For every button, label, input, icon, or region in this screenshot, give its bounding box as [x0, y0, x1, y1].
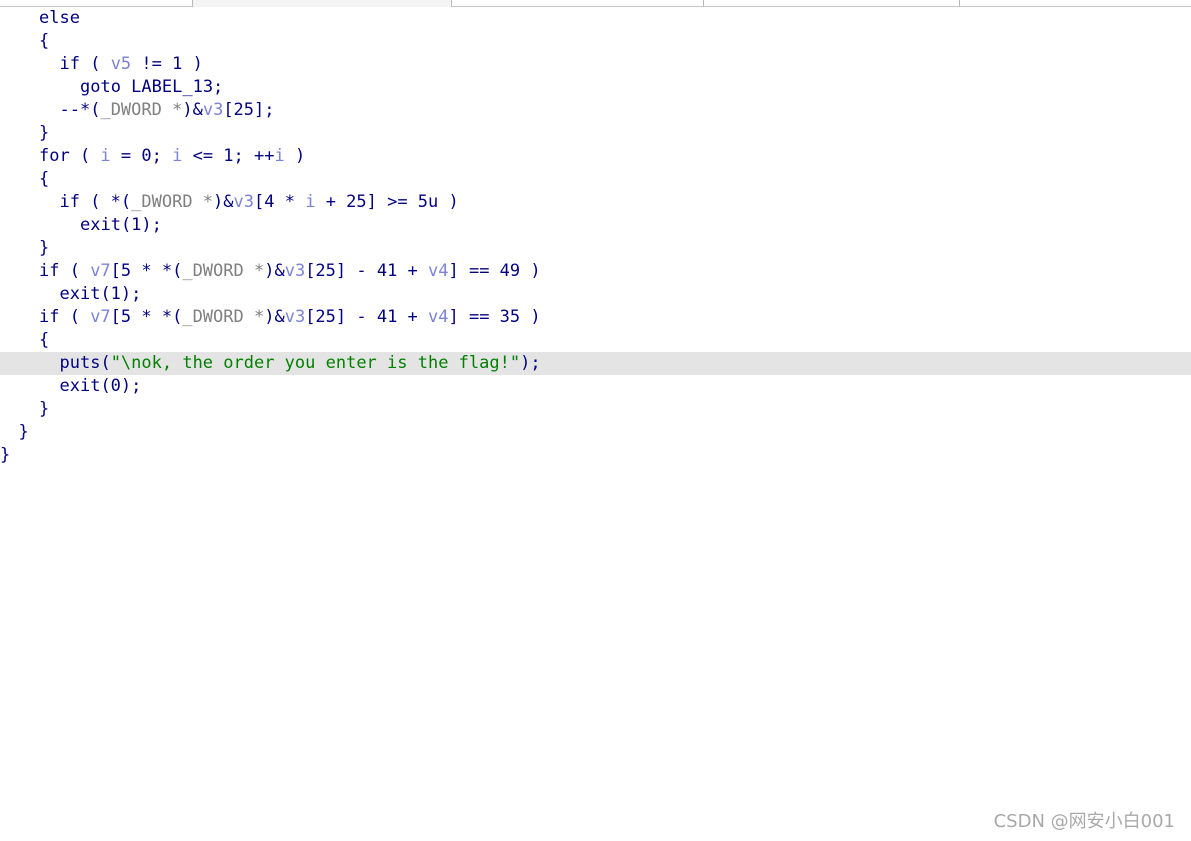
code-line[interactable]: exit(1);	[0, 283, 1191, 306]
code-token: i	[305, 192, 316, 212]
pseudocode-window: else{if ( v5 != 1 ) goto LABEL_13; --*(_DW…	[0, 0, 1191, 841]
tab-separator	[959, 0, 960, 7]
code-line[interactable]: if ( *(_DWORD *)&v3[4 * i + 25] >= 5u )	[0, 191, 1191, 214]
code-token: i	[274, 146, 285, 166]
code-token: if ( *(	[59, 192, 132, 212]
code-token: {	[39, 169, 50, 189]
code-token: v3	[233, 192, 255, 212]
code-token: v3	[202, 100, 224, 120]
tab-strip[interactable]	[0, 0, 1191, 7]
code-line[interactable]: {	[0, 329, 1191, 352]
code-line[interactable]: }	[0, 398, 1191, 421]
code-token: }	[0, 445, 11, 465]
code-token: _DWORD *	[182, 261, 265, 281]
code-token: }	[18, 422, 29, 442]
tab-separator	[192, 0, 193, 7]
code-token: [25];	[223, 100, 275, 120]
code-token: != 1 )	[131, 54, 203, 74]
code-token: _DWORD *	[182, 307, 265, 327]
code-token: goto LABEL_13;	[80, 77, 224, 97]
code-line[interactable]: }	[0, 421, 1191, 444]
code-token: _DWORD *	[100, 100, 183, 120]
code-line[interactable]: for ( i = 0; i <= 1; ++i )	[0, 145, 1191, 168]
code-token: );	[520, 353, 541, 373]
code-line[interactable]: {	[0, 30, 1191, 53]
code-token: = 0;	[110, 146, 173, 166]
code-token: )&	[182, 100, 203, 120]
code-token: if (	[59, 54, 111, 74]
code-token: }	[39, 123, 50, 143]
code-token: v7	[90, 261, 111, 281]
code-token: )&	[264, 307, 285, 327]
code-line[interactable]: else	[0, 7, 1191, 30]
code-token: --*(	[59, 100, 101, 120]
watermark: CSDN @网安小白001	[993, 811, 1175, 832]
code-line[interactable]: }	[0, 237, 1191, 260]
tab-separator	[451, 0, 452, 7]
code-line[interactable]: exit(0);	[0, 375, 1191, 398]
code-line[interactable]: }	[0, 122, 1191, 145]
code-token: v4	[428, 261, 449, 281]
code-token: [4 *	[254, 192, 306, 212]
code-line[interactable]: goto LABEL_13;	[0, 76, 1191, 99]
code-token: if (	[39, 307, 91, 327]
code-token: exit(1);	[80, 215, 162, 235]
code-token: i	[100, 146, 111, 166]
code-line-current[interactable]: puts("\nok, the order you enter is the f…	[0, 352, 1191, 375]
code-token: {	[39, 31, 50, 51]
code-token: for (	[39, 146, 101, 166]
code-token: + 25] >= 5u )	[315, 192, 459, 212]
code-line[interactable]: }	[0, 444, 1191, 467]
code-token: ] == 35 )	[448, 307, 541, 327]
code-token: [5 * *(	[110, 307, 183, 327]
code-token: )&	[213, 192, 234, 212]
code-token: exit(0);	[59, 376, 142, 396]
code-token: ] == 49 )	[448, 261, 541, 281]
active-tab[interactable]	[192, 0, 451, 7]
code-token: [25] - 41 +	[305, 261, 429, 281]
code-token: v4	[428, 307, 449, 327]
code-token: <= 1; ++	[182, 146, 275, 166]
code-token: }	[39, 238, 50, 258]
code-token: )&	[264, 261, 285, 281]
code-token: puts(	[59, 353, 111, 373]
code-token: [25] - 41 +	[305, 307, 429, 327]
code-token: _DWORD *	[131, 192, 214, 212]
code-token: exit(1);	[59, 284, 142, 304]
code-line[interactable]: if ( v7[5 * *(_DWORD *)&v3[25] - 41 + v4…	[0, 260, 1191, 283]
pseudocode-view[interactable]: else{if ( v5 != 1 ) goto LABEL_13; --*(_DW…	[0, 7, 1191, 841]
code-token: {	[39, 330, 50, 350]
code-token: "\nok, the order you enter is the flag!"	[110, 353, 521, 373]
code-token: v3	[284, 261, 306, 281]
code-line[interactable]: {	[0, 168, 1191, 191]
code-token: else	[39, 8, 80, 28]
code-token: v5	[110, 54, 132, 74]
tab-separator	[703, 0, 704, 7]
code-token: i	[172, 146, 183, 166]
code-line[interactable]: --*(_DWORD *)&v3[25];	[0, 99, 1191, 122]
code-line[interactable]: exit(1);	[0, 214, 1191, 237]
code-token: [5 * *(	[110, 261, 183, 281]
code-line[interactable]: if ( v7[5 * *(_DWORD *)&v3[25] - 41 + v4…	[0, 306, 1191, 329]
code-token: if (	[39, 261, 91, 281]
code-token: }	[39, 399, 50, 419]
code-token: v7	[90, 307, 111, 327]
code-token: v3	[284, 307, 306, 327]
code-line[interactable]: if ( v5 != 1 )	[0, 53, 1191, 76]
code-token: )	[284, 146, 306, 166]
